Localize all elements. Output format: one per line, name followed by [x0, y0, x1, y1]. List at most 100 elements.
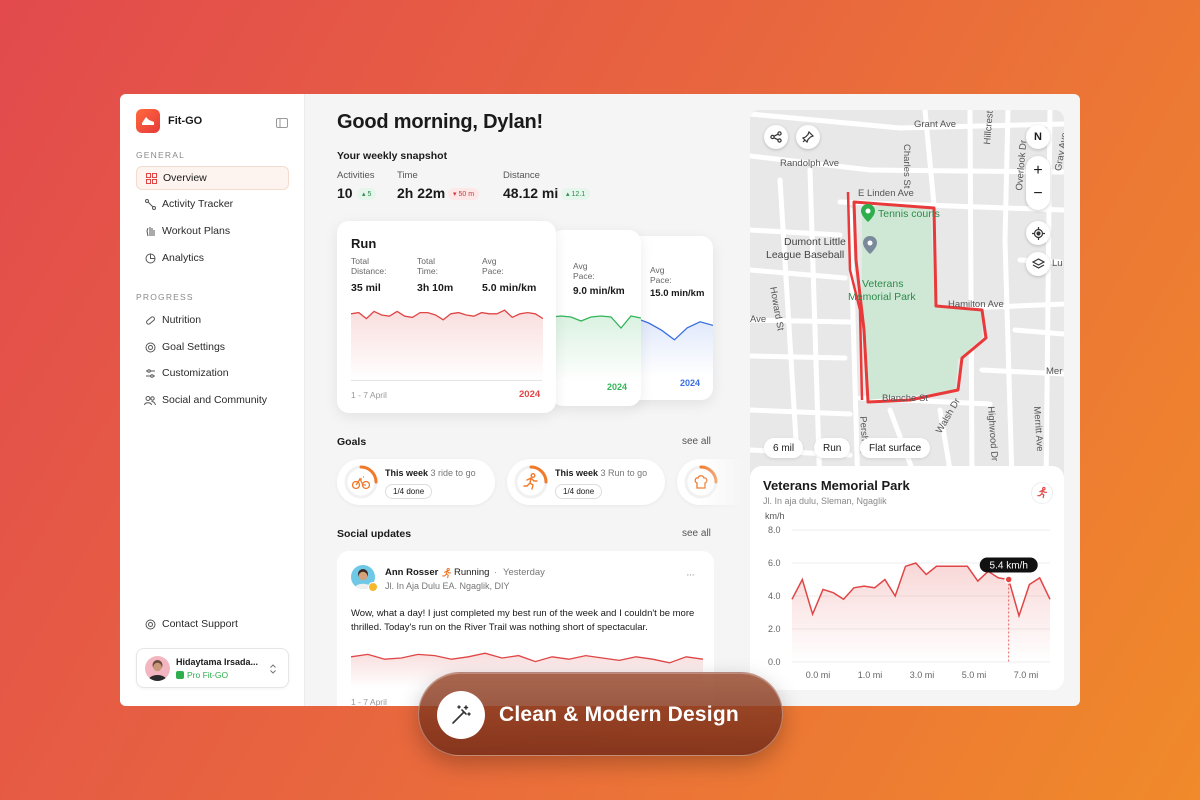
chevron-updown-icon[interactable] — [269, 662, 277, 680]
contact-support-link[interactable]: Contact Support — [136, 612, 289, 636]
goal-card-run[interactable]: This week 3 Run to go 1/4 done — [507, 459, 665, 505]
card3-value: 15.0 min/km — [650, 288, 705, 299]
sidebar-item-customization[interactable]: Customization — [136, 361, 289, 385]
sidebar-item-overview[interactable]: Overview — [136, 166, 289, 190]
cta-banner[interactable]: Clean & Modern Design — [418, 672, 783, 756]
highlight-point[interactable] — [1004, 575, 1013, 584]
pin-button[interactable] — [796, 125, 820, 149]
cta-icon-circle — [437, 691, 485, 739]
lbl-line: Pace: — [482, 265, 504, 276]
zoom-controls: + − — [1026, 156, 1050, 210]
main-content: Good morning, Dylan! Your weekly snapsho… — [305, 94, 750, 706]
sidebar-item-label: Workout Plans — [162, 225, 231, 237]
map-street-label: Lu — [1052, 258, 1063, 269]
sidebar-item-label: Customization — [162, 367, 229, 379]
lifebuoy-icon — [144, 618, 156, 630]
goal-card-ride[interactable]: This week 3 ride to go 1/4 done — [337, 459, 495, 505]
run-card-year: 2024 — [519, 389, 541, 400]
speed-chart-card: Veterans Memorial Park Jl. In aja dulu, … — [750, 466, 1064, 690]
post-text: Wow, what a day! I just completed my bes… — [351, 608, 695, 633]
sidebar-item-nutrition[interactable]: Nutrition — [136, 308, 289, 332]
section-label-general: GENERAL — [136, 150, 186, 160]
stat-delta-distance: ▴ 12.1 — [561, 188, 591, 200]
avatar — [145, 656, 170, 681]
zoom-out-icon[interactable]: − — [1026, 184, 1050, 206]
route-map[interactable]: Grant Ave Randolph Ave E Linden Ave Char… — [750, 110, 1064, 490]
activity-type-button[interactable] — [1031, 482, 1053, 504]
run-distance-label: Total Distance: — [351, 256, 387, 277]
users-icon — [144, 394, 156, 406]
delta-text: 50 m — [458, 191, 475, 198]
goal-detail: 3 ride to go — [430, 468, 476, 478]
user-plan: Pro Fit-GO — [187, 670, 229, 680]
card2-year: 2024 — [607, 382, 628, 392]
goal-progress-pill: 1/4 done — [555, 484, 603, 499]
goal-label-strong: This week — [555, 468, 599, 478]
sidebar-toggle-icon[interactable] — [276, 115, 288, 133]
sidebar-item-goal-settings[interactable]: Goal Settings — [136, 335, 289, 359]
user-name: Hidaytama Irsada... — [176, 657, 259, 667]
y-axis-unit: km/h — [765, 511, 785, 521]
social-see-all-link[interactable]: see all — [682, 528, 711, 539]
zoom-in-icon[interactable]: + — [1026, 160, 1050, 182]
run-pace-label: Avg Pace: — [482, 256, 504, 277]
sidebar-item-label: Goal Settings — [162, 341, 226, 353]
run-icon — [1036, 487, 1047, 499]
person-avatar-icon — [148, 660, 167, 681]
goal-label: This week 3 ride to go — [385, 468, 476, 478]
map-street-label: Hamilton Ave — [948, 299, 1004, 310]
goal-label-strong: This week — [385, 468, 429, 478]
snapshot-title: Your weekly snapshot — [337, 150, 448, 162]
share-button[interactable] — [764, 125, 788, 149]
lbl-line: Avg — [482, 256, 497, 266]
pill-icon — [144, 314, 156, 326]
run-time-label: Total Time: — [417, 256, 438, 277]
tag-run[interactable]: Run — [814, 438, 851, 458]
x-tick-label: 1.0 mi — [858, 670, 883, 680]
post-range: 1 - 7 April — [351, 697, 387, 706]
card2-sparkline — [551, 315, 641, 382]
card3-label: Avg Pace: — [650, 265, 672, 286]
y-tick-label: 0.0 — [768, 657, 781, 667]
map-street-label: E Linden Ave — [858, 188, 914, 199]
hand-icon — [144, 225, 156, 237]
grid-icon — [145, 172, 157, 184]
tag-surface[interactable]: Flat surface — [860, 438, 931, 458]
goals-see-all-link[interactable]: see all — [682, 436, 711, 447]
sparkline-area — [551, 316, 641, 382]
route-panel: Grant Ave Randolph Ave E Linden Ave Char… — [750, 110, 1064, 690]
section-label-progress: PROGRESS — [136, 292, 194, 302]
y-tick-label: 6.0 — [768, 558, 781, 568]
compass-button[interactable]: N — [1026, 125, 1050, 149]
share-icon — [770, 131, 782, 143]
magic-wand-icon — [452, 705, 471, 724]
activity-card-2[interactable]: Avg Pace: 9.0 min/km 2024 — [551, 230, 641, 406]
layers-icon — [1031, 257, 1045, 269]
sidebar-item-analytics[interactable]: Analytics — [136, 246, 289, 270]
user-profile-card[interactable]: Hidaytama Irsada... Pro Fit-GO — [136, 648, 289, 688]
sidebar-item-workout-plans[interactable]: Workout Plans — [136, 219, 289, 243]
compass-label: N — [1034, 131, 1042, 143]
locate-button[interactable] — [1026, 221, 1050, 245]
goal-label: This week 3 Run to go — [555, 468, 647, 478]
social-updates-title: Social updates — [337, 528, 412, 540]
stat-label-activities: Activities — [337, 170, 375, 181]
sidebar-item-social-community[interactable]: Social and Community — [136, 388, 289, 412]
layers-button[interactable] — [1026, 252, 1050, 276]
target-icon — [144, 341, 156, 353]
delta-text: 5 — [367, 191, 372, 198]
tag-distance[interactable]: 6 mil — [764, 438, 804, 458]
stat-value-activities: 10 — [337, 185, 353, 201]
map-street-label: Grant Ave — [914, 119, 957, 130]
lbl-line: Distance: — [351, 265, 387, 276]
brand-logo[interactable] — [136, 109, 160, 133]
lbl-line: Total — [351, 256, 369, 266]
post-menu-icon[interactable]: ··· — [686, 569, 695, 581]
crosshair-icon — [1031, 226, 1045, 240]
sidebar-item-activity-tracker[interactable]: Activity Tracker — [136, 192, 289, 216]
app-window: Fit-GO GENERAL Overview Activity Tracker… — [120, 94, 1080, 706]
location-address: Jl. In aja dulu, Sleman, Ngaglik — [763, 496, 887, 506]
run-card[interactable]: Run Total Distance: 35 mil Total Time: 3h … — [337, 221, 556, 413]
contact-support-label: Contact Support — [162, 618, 238, 630]
y-tick-label: 4.0 — [768, 591, 781, 601]
